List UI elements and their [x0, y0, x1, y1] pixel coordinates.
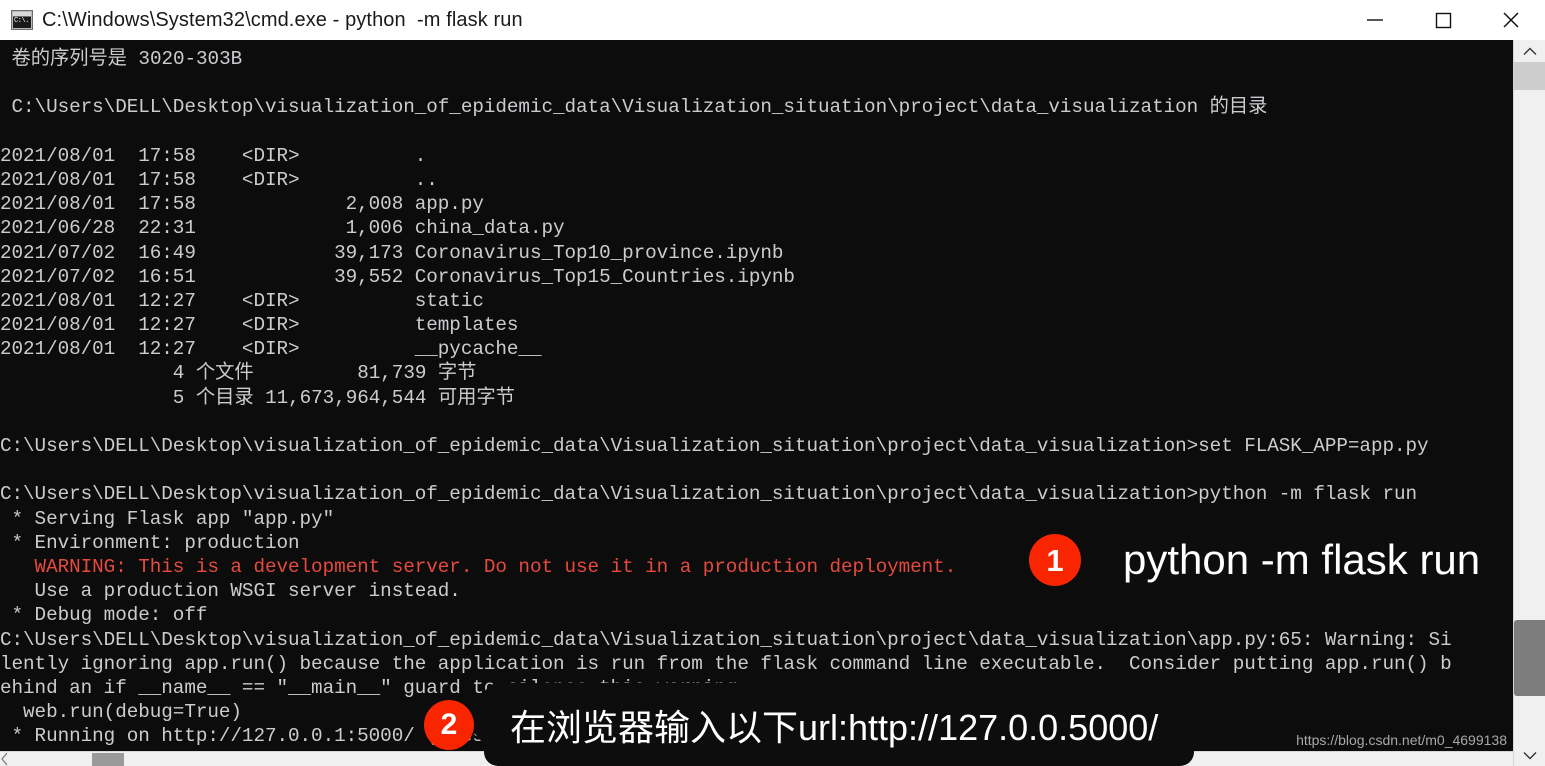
callout-2: 2 在浏览器输入以下url:http://127.0.0.5000/	[424, 683, 1195, 766]
minimize-button[interactable]	[1341, 0, 1409, 39]
maximize-icon	[1435, 12, 1452, 28]
cmd-icon-glyph: C:\.	[13, 17, 31, 28]
cmd-icon: C:\.	[11, 10, 33, 30]
callout-1-bubble: python -m flask run	[1093, 512, 1507, 608]
terminal-line: 2021/08/01 12:27 <DIR> __pycache__	[0, 338, 542, 361]
scroll-up-button[interactable]	[1514, 40, 1545, 62]
callout-2-badge: 2	[424, 699, 474, 750]
callout-1-text: python -m flask run	[1123, 536, 1481, 583]
vertical-scroll-thumb[interactable]	[1514, 620, 1545, 696]
callout-2-text: 在浏览器输入以下url:http://127.0.0.5000/	[510, 706, 1159, 748]
terminal-line: C:\Users\DELL\Desktop\visualization_of_e…	[0, 628, 1452, 651]
callout-1-badge: 1	[1029, 534, 1081, 586]
terminal-line: 2021/08/01 12:27 <DIR> static	[0, 289, 484, 312]
terminal-line: 2021/07/02 16:49 39,173 Coronavirus_Top1…	[0, 241, 784, 264]
terminal-line: lently ignoring app.run() because the ap…	[0, 652, 1452, 675]
terminal-line: 2021/08/01 12:27 <DIR> templates	[0, 314, 519, 337]
terminal-line: 2021/08/01 17:58 <DIR> .	[0, 144, 427, 167]
scroll-down-button[interactable]	[1514, 744, 1545, 766]
window-title: C:\Windows\System32\cmd.exe - python -m …	[42, 8, 523, 31]
terminal-line: 4 个文件 81,739 字节	[0, 362, 477, 385]
cmd-window: C:\. C:\Windows\System32\cmd.exe - pytho…	[0, 0, 1545, 766]
chevron-left-icon	[1, 752, 8, 766]
terminal-text: 卷的序列号是 3020-303B C:\Users\DELL\Desktop\v…	[0, 40, 1513, 748]
maximize-button[interactable]	[1409, 0, 1477, 39]
terminal-line: 2021/08/01 17:58 <DIR> ..	[0, 168, 438, 191]
terminal-line: C:\Users\DELL\Desktop\visualization_of_e…	[0, 483, 1418, 506]
chevron-down-icon	[1523, 751, 1536, 759]
terminal-line: 2021/07/02 16:51 39,552 Coronavirus_Top1…	[0, 265, 795, 288]
terminal-line: 2021/08/01 17:58 2,008 app.py	[0, 193, 484, 216]
window-controls	[1341, 0, 1545, 40]
callout-1: 1 python -m flask run	[1029, 512, 1507, 608]
window-titlebar[interactable]: C:\. C:\Windows\System32\cmd.exe - pytho…	[0, 0, 1545, 41]
minimize-icon	[1367, 18, 1383, 21]
callout-2-bubble: 在浏览器输入以下url:http://127.0.0.5000/	[484, 683, 1195, 766]
terminal-line: 5 个目录 11,673,964,544 可用字节	[0, 386, 515, 409]
watermark: https://blog.csdn.net/m0_4699138	[1296, 732, 1507, 748]
terminal-line: C:\Users\DELL\Desktop\visualization_of_e…	[0, 435, 1429, 457]
terminal-output-area[interactable]: 卷的序列号是 3020-303B C:\Users\DELL\Desktop\v…	[0, 40, 1513, 751]
chevron-up-icon	[1523, 47, 1536, 55]
vertical-scrollbar[interactable]	[1513, 40, 1545, 766]
terminal-line: C:\Users\DELL\Desktop\visualization_of_e…	[0, 96, 1268, 119]
close-button[interactable]	[1477, 0, 1545, 39]
close-icon	[1503, 11, 1519, 28]
terminal-line: 2021/06/28 22:31 1,006 china_data.py	[0, 217, 565, 240]
scroll-left-button[interactable]	[0, 752, 18, 766]
terminal-line: 卷的序列号是 3020-303B	[0, 48, 243, 70]
horizontal-scroll-thumb[interactable]	[92, 753, 124, 766]
scroll-track-top[interactable]	[1514, 62, 1545, 90]
